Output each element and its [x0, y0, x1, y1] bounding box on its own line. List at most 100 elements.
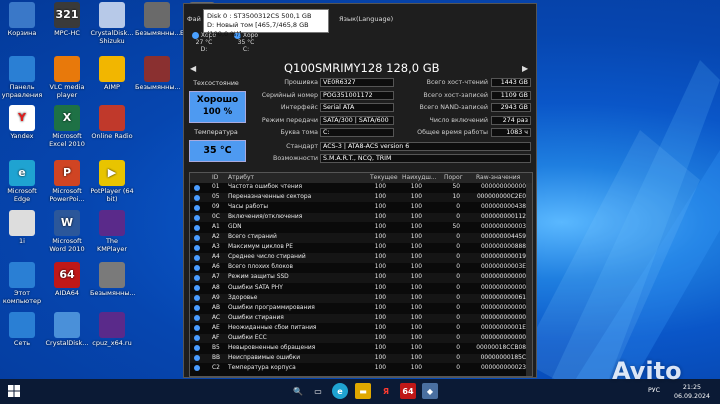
cell-worst: 100 — [410, 224, 422, 231]
table-row[interactable]: A3 Максимум циклов PE 100 100 0 000000000888 — [190, 243, 532, 252]
table-scrollbar[interactable] — [526, 183, 532, 376]
desktop-icon[interactable]: CrystalDisk... Shizuku — [90, 2, 134, 45]
desktop-icon[interactable]: W Microsoft Word 2010 — [45, 210, 89, 253]
table-row[interactable]: 09 Часы работы 100 100 0 000000000438 — [190, 203, 532, 212]
table-row[interactable]: BB Неисправимые ошибки 100 100 0 00000000185C — [190, 353, 532, 364]
desktop-icon[interactable]: Безымянны... — [135, 56, 181, 92]
table-row[interactable]: AE Неожиданные сбои питания 100 100 0 0000000… — [190, 324, 532, 333]
desktop-icon-label: The KMPlayer — [96, 237, 128, 253]
table-row[interactable]: AC Ошибки стирания 100 100 0 000000000000 — [190, 313, 532, 323]
table-row[interactable]: A2 Всего стираний 100 100 0 000000004459 — [190, 233, 532, 243]
cell-raw: 00000000185C — [480, 354, 526, 361]
cell-worst: 100 — [410, 284, 422, 291]
menu-file[interactable]: Фай — [187, 15, 201, 23]
desktop-icon[interactable]: The KMPlayer — [90, 210, 134, 253]
desktop-icon[interactable]: Online Radio — [90, 105, 134, 141]
desktop-icon[interactable]: X Microsoft Excel 2010 — [45, 105, 89, 148]
table-row[interactable]: 0C Включения/отключения 100 100 0 00000000011… — [190, 213, 532, 223]
table-row[interactable]: AF Ошибки ECC 100 100 0 000000000000 — [190, 333, 532, 344]
desktop-icon[interactable]: AIMP — [90, 56, 134, 92]
desktop-icon[interactable]: 321 MPC-HC — [45, 2, 89, 38]
cell-attr: Неожиданные сбои питания — [228, 324, 317, 331]
table-row[interactable]: A9 Здоровье 100 100 0 000000000061 — [190, 293, 532, 303]
desktop-icon[interactable]: Панель управления — [0, 56, 44, 99]
search-icon[interactable]: 🔍 — [290, 383, 306, 399]
info-label: Всего хост-записей — [423, 92, 488, 99]
task-view-icon[interactable]: ▭ — [310, 383, 326, 399]
image-file-icon — [99, 262, 125, 288]
table-row[interactable]: B5 Невыровненные обращения 100 100 0 00000018… — [190, 344, 532, 353]
desktop-icon-label: Корзина — [7, 29, 37, 37]
cell-thr: 0 — [456, 264, 460, 271]
cell-cur: 100 — [374, 274, 386, 281]
aida64-taskbar-icon[interactable]: 64 — [400, 383, 416, 399]
table-row[interactable]: A1 GDN 100 100 50 000000000003 — [190, 223, 532, 232]
cell-thr: 50 — [452, 184, 461, 190]
clock-date: 06.09.2024 — [673, 393, 710, 400]
cell-id: 0C — [212, 214, 220, 221]
desktop-icon[interactable]: 64 AIDA64 — [45, 262, 89, 298]
table-row[interactable]: C2 Температура корпуса 100 100 0 000000000023 — [190, 364, 532, 373]
cell-cur: 100 — [374, 224, 386, 231]
start-button[interactable] — [6, 383, 22, 399]
status-dot-icon — [194, 365, 200, 372]
desktop-icon[interactable]: Сеть — [0, 312, 44, 348]
smart-table: ID Атрибут Текущее Наихудш... Порог Raw-… — [189, 172, 533, 377]
edge-taskbar-icon[interactable]: e — [332, 383, 348, 399]
table-row[interactable]: AB Ошибки программирования 100 100 0 00000000… — [190, 304, 532, 313]
cell-cur: 100 — [374, 314, 386, 321]
system-clock[interactable]: 21:25 06.09.2024 — [674, 383, 710, 401]
table-row[interactable]: 01 Частота ошибок чтения 100 100 50 000000000… — [190, 183, 532, 192]
desktop-icon-label: cpuz_x64.ru — [92, 339, 132, 347]
next-disk-icon[interactable]: ▶ — [522, 64, 528, 73]
col-threshold[interactable]: Порог — [444, 174, 463, 181]
menu-language[interactable]: Язык(Language) — [339, 15, 393, 23]
cell-raw: 000000000438 — [481, 204, 526, 211]
cell-thr: 0 — [456, 364, 460, 371]
status-dot-icon — [194, 204, 200, 211]
desktop-icon[interactable]: ▶ PotPlayer (64 bit) — [90, 160, 134, 203]
yandex-taskbar-icon[interactable]: Я — [378, 383, 394, 399]
desktop-icon[interactable]: Корзина — [0, 2, 44, 38]
features-value: S.M.A.R.T., NCQ, TRIM — [320, 154, 531, 163]
cell-worst: 100 — [410, 334, 422, 341]
desktop-icon[interactable]: Безымянны... — [135, 2, 181, 38]
desktop-icon[interactable]: P Microsoft PowerPoi... — [45, 160, 89, 203]
info-value: VE0R6327 — [320, 78, 394, 87]
desktop-icon[interactable]: cpuz_x64.ru — [90, 312, 134, 348]
col-id[interactable]: ID — [212, 174, 218, 181]
temperature-box[interactable]: 35 °C — [189, 140, 246, 162]
tray-language[interactable]: РУС — [648, 387, 660, 394]
prev-disk-icon[interactable]: ◀ — [190, 64, 196, 73]
cell-worst: 100 — [410, 354, 422, 361]
desktop-icon[interactable]: e Microsoft Edge — [0, 160, 44, 203]
desktop-icon[interactable]: Этот компьютер — [0, 262, 44, 305]
this-pc-icon — [9, 262, 35, 288]
table-row[interactable]: A4 Среднее число стираний 100 100 0 000000000… — [190, 253, 532, 263]
desktop-icon-label: MPC-HC — [54, 29, 80, 37]
desktop-icon-label: Этот компьютер — [2, 289, 42, 305]
desktop-icon[interactable]: VLC media player — [45, 56, 89, 99]
cell-thr: 50 — [452, 224, 461, 231]
table-row[interactable]: A7 Режим защиты SSD 100 100 0 000000000000 — [190, 273, 532, 283]
features-label: Возможности — [273, 155, 318, 162]
desktop-icon[interactable]: Безымянны... — [90, 262, 136, 298]
col-raw[interactable]: Raw-значения — [476, 174, 520, 181]
health-status-box[interactable]: Хорошо 100 % — [189, 91, 246, 123]
table-row[interactable]: 05 Переназначенные сектора 100 100 10 0000000… — [190, 193, 532, 203]
cell-cur: 100 — [374, 284, 386, 291]
desktop-icon[interactable]: CrystalDisk... — [45, 312, 89, 348]
crystaldisk-taskbar-icon[interactable]: ◆ — [422, 383, 438, 399]
col-current[interactable]: Текущее — [370, 174, 398, 181]
desktop-icon[interactable]: Y Yandex — [0, 105, 44, 141]
table-row[interactable]: A8 Ошибки SATA PHY 100 100 0 000000000000 — [190, 284, 532, 293]
cell-raw: 000000000000 — [481, 184, 526, 190]
yandex-icon: Y — [9, 105, 35, 131]
explorer-taskbar-icon[interactable]: ▬ — [355, 383, 371, 399]
info-value: 1083 ч — [491, 128, 531, 137]
desktop-icon[interactable]: 1i — [0, 210, 44, 246]
cell-id: A4 — [212, 254, 220, 261]
col-worst[interactable]: Наихудш... — [402, 174, 437, 181]
col-attribute[interactable]: Атрибут — [228, 174, 254, 181]
table-row[interactable]: A6 Всего плохих блоков 100 100 0 00000000003E — [190, 263, 532, 272]
